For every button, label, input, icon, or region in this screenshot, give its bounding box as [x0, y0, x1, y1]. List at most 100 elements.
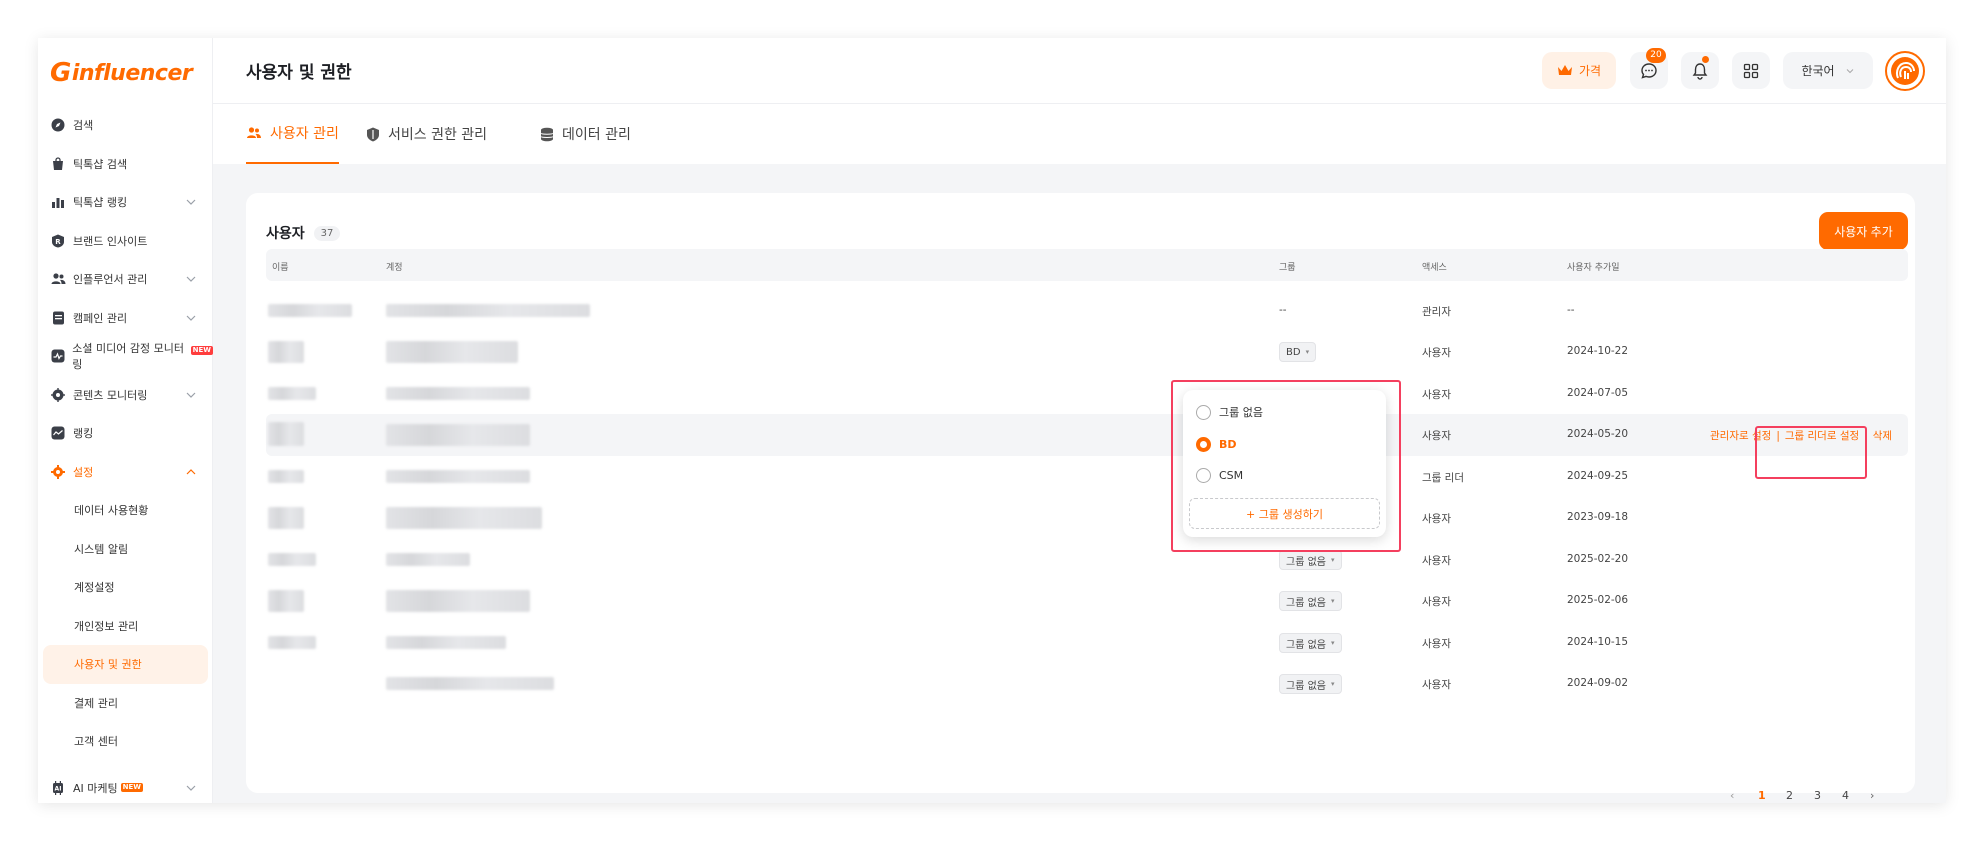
pulse-icon: [50, 348, 65, 364]
users-card: 사용자 37 사용자 추가 이름 계정 그룹 액세스 사용자 추가일 -- 관리…: [246, 193, 1915, 802]
table-row[interactable]: 그룹 없음 ▾ 사용자 2025-02-06: [266, 580, 1908, 622]
sidebar-item-label: 검색: [73, 119, 94, 133]
sidebar-subitem-users-permissions[interactable]: 사용자 및 권한: [43, 645, 208, 684]
page-number[interactable]: 1: [1758, 789, 1766, 805]
access-cell: 사용자: [1422, 555, 1451, 567]
sidebar-item-ranking[interactable]: 랭킹: [38, 414, 213, 453]
chevron-up-icon: [186, 468, 196, 474]
highlight-box-leader-action: [1755, 426, 1867, 479]
tab-label: 사용자 관리: [270, 126, 339, 142]
bar-chart-icon: [50, 194, 66, 210]
language-select[interactable]: 한국어: [1783, 52, 1873, 89]
prev-page-icon[interactable]: ‹: [1730, 789, 1734, 805]
sidebar-item-tiktok-shop-search[interactable]: 틱톡샵 검색: [38, 145, 213, 184]
sidebar-item-label: 캠페인 관리: [73, 311, 128, 325]
table-row[interactable]: 사용자 2023-09-18: [266, 497, 1908, 539]
user-avatar[interactable]: [1885, 51, 1925, 91]
pricing-button[interactable]: 가격: [1542, 52, 1616, 89]
users-icon: [50, 271, 66, 287]
column-header-access: 액세스: [1422, 263, 1447, 273]
table-row[interactable]: 사용자 2024-07-05: [266, 373, 1908, 415]
group-select-value: 그룹 없음: [1286, 556, 1326, 568]
new-badge: NEW: [120, 783, 144, 793]
table-row[interactable]: BD ▾ 사용자 2024-10-22: [266, 331, 1908, 373]
access-cell: 사용자: [1422, 430, 1451, 442]
sidebar-subitem-account-settings[interactable]: 계정설정: [38, 568, 213, 607]
add-user-button[interactable]: 사용자 추가: [1819, 212, 1908, 250]
table-row[interactable]: -- 관리자 --: [266, 290, 1908, 332]
group-select-value: 그룹 없음: [1286, 639, 1326, 651]
sidebar-item-label: 고객 센터: [74, 735, 118, 749]
tab-label: 서비스 권한 관리: [388, 127, 488, 143]
sidebar-item-search[interactable]: 검색: [38, 106, 213, 145]
tab-service-permissions[interactable]: 서비스 권한 관리: [366, 104, 487, 164]
redacted-name: [268, 387, 316, 400]
next-page-icon[interactable]: ›: [1870, 789, 1874, 805]
date-cell: 2023-09-18: [1567, 511, 1629, 523]
svg-text:R: R: [55, 238, 61, 246]
date-cell: 2024-05-20: [1567, 428, 1629, 440]
table-row[interactable]: 그룹 리더 2024-09-25: [266, 456, 1908, 498]
table-row-hovered[interactable]: 사용자 2024-05-20 관리자로 설정 | 그룹 리더로 설정 | 삭제: [266, 414, 1908, 456]
group-select[interactable]: 그룹 없음 ▾: [1279, 633, 1342, 653]
column-header-group: 그룹: [1279, 263, 1296, 273]
sidebar-item-influencer-management[interactable]: 인플루언서 관리: [38, 260, 213, 299]
redacted-account: [386, 341, 518, 363]
brand-r-icon: R: [50, 233, 66, 249]
group-select[interactable]: 그룹 없음 ▾: [1279, 550, 1342, 570]
language-label: 한국어: [1801, 64, 1835, 78]
sidebar-subitem-privacy[interactable]: 개인정보 관리: [38, 607, 213, 646]
chat-icon: [1641, 62, 1657, 79]
redacted-name: [268, 341, 304, 363]
group-select[interactable]: 그룹 없음 ▾: [1279, 591, 1342, 611]
sidebar-subitem-system-alerts[interactable]: 시스템 알림: [38, 530, 213, 569]
sidebar-item-label: 콘텐츠 모니터링: [73, 388, 148, 402]
tab-user-management[interactable]: 사용자 관리: [246, 104, 339, 164]
notifications-button[interactable]: [1681, 52, 1719, 89]
chevron-down-icon: [1846, 68, 1853, 73]
date-cell: 2025-02-20: [1567, 553, 1629, 565]
group-select[interactable]: BD ▾: [1279, 342, 1317, 362]
apps-button[interactable]: [1732, 52, 1770, 89]
sidebar-item-content-monitoring[interactable]: 콘텐츠 모니터링: [38, 376, 213, 415]
sidebar-item-campaign-management[interactable]: 캠페인 관리: [38, 299, 213, 338]
page-number[interactable]: 4: [1842, 789, 1849, 805]
sidebar-subitem-support[interactable]: 고객 센터: [38, 722, 213, 761]
users-icon: [247, 127, 261, 138]
sidebar-item-settings[interactable]: 설정: [38, 453, 213, 492]
delete-link[interactable]: 삭제: [1873, 430, 1892, 442]
page-title: 사용자 및 권한: [246, 63, 352, 83]
shield-icon: [367, 127, 379, 141]
redacted-account: [386, 470, 530, 483]
shopping-bag-icon: [50, 156, 66, 172]
sidebar-item-label: 틱톡샵 랭킹: [73, 196, 128, 210]
redacted-name: [268, 507, 304, 529]
redacted-account: [386, 636, 506, 649]
redacted-name: [268, 470, 304, 483]
group-select[interactable]: 그룹 없음 ▾: [1279, 674, 1342, 694]
logo-text: influencer: [71, 60, 193, 86]
column-header-name: 이름: [272, 263, 289, 273]
sidebar-item-brand-insight[interactable]: R 브랜드 인사이트: [38, 222, 213, 261]
sidebar-item-social-sentiment[interactable]: 소셜 미디어 감정 모니터링 NEW: [38, 337, 213, 376]
sidebar-item-tiktok-shop-ranking[interactable]: 틱톡샵 랭킹: [38, 183, 213, 222]
redacted-name: [268, 590, 304, 612]
sidebar-item-ai-marketing[interactable]: AI AI 마케팅 NEW: [38, 769, 213, 804]
redacted-account: [386, 387, 530, 400]
table-row[interactable]: 그룹 없음 ▾ 사용자 2024-09-02: [266, 663, 1908, 705]
chevron-down-icon: [186, 785, 196, 791]
page-number[interactable]: 3: [1814, 789, 1821, 805]
table-row[interactable]: 그룹 없음 ▾ 사용자 2024-10-15: [266, 622, 1908, 664]
app-logo[interactable]: Ginfluencer: [50, 52, 193, 94]
sidebar-subitem-data-usage[interactable]: 데이터 사용현황: [38, 491, 213, 530]
page-number[interactable]: 2: [1786, 789, 1793, 805]
redacted-account: [386, 304, 590, 317]
tab-data-management[interactable]: 데이터 관리: [540, 104, 631, 164]
sidebar-item-label: 인플루언서 관리: [73, 273, 148, 287]
date-cell: 2024-10-22: [1567, 345, 1629, 357]
table-row[interactable]: 그룹 없음 ▾ 사용자 2025-02-20: [266, 539, 1908, 581]
notification-dot: [1702, 56, 1709, 63]
redacted-name: [268, 422, 304, 446]
sidebar-subitem-billing[interactable]: 결제 관리: [38, 684, 213, 723]
redacted-name: [268, 304, 352, 317]
